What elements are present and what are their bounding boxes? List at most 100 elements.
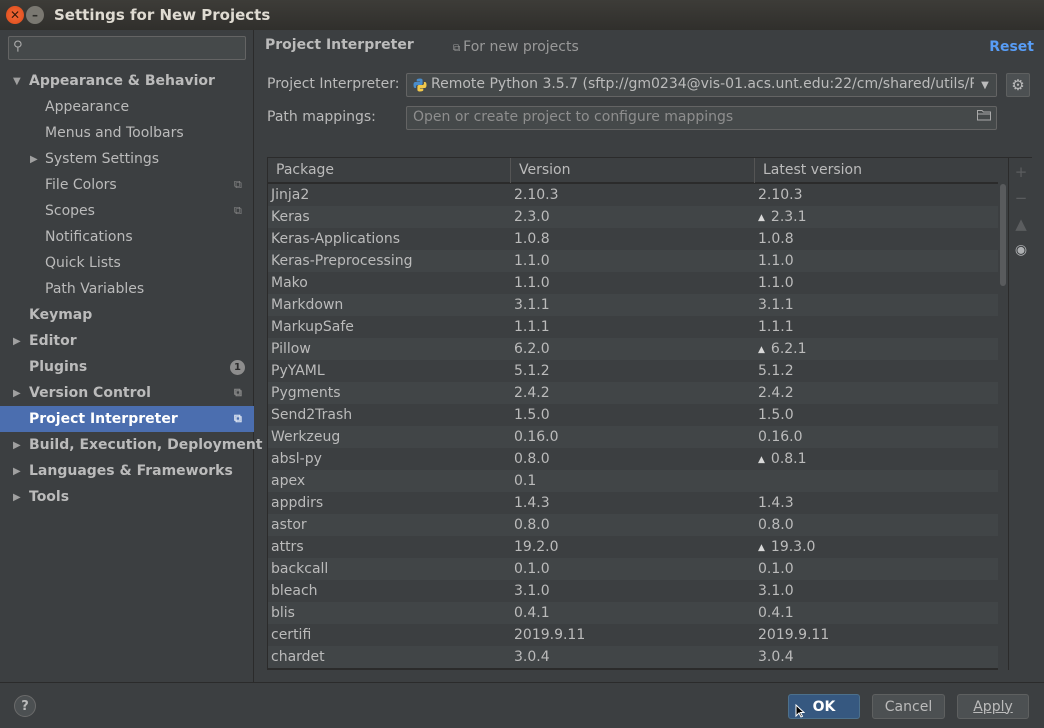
- search-icon: ⚲: [13, 39, 23, 54]
- path-mappings-label: Path mappings:: [267, 109, 376, 125]
- sidebar-item-keymap[interactable]: Keymap: [0, 302, 254, 328]
- package-version: 2019.9.11: [514, 627, 586, 643]
- table-row[interactable]: Pygments 2.4.2 2.4.2: [268, 382, 998, 404]
- close-icon[interactable]: ✕: [6, 6, 24, 24]
- table-row[interactable]: astor 0.8.0 0.8.0: [268, 514, 998, 536]
- table-row[interactable]: Keras 2.3.0 ▲ 2.3.1: [268, 206, 998, 228]
- package-name: backcall: [271, 561, 329, 577]
- eye-icon[interactable]: ◉: [1009, 238, 1033, 262]
- vertical-scrollbar[interactable]: [998, 158, 1008, 670]
- table-row[interactable]: MarkupSafe 1.1.1 1.1.1: [268, 316, 998, 338]
- interpreter-select[interactable]: Remote Python 3.5.7 (sftp://gm0234@vis-0…: [406, 73, 997, 97]
- table-row[interactable]: chardet 3.0.4 3.0.4: [268, 646, 998, 668]
- package-latest-version: 3.1.1: [758, 294, 794, 316]
- package-latest-version: 1.0.8: [758, 228, 794, 250]
- table-row[interactable]: blis 0.4.1 0.4.1: [268, 602, 998, 624]
- gear-icon[interactable]: ⚙: [1006, 73, 1030, 97]
- table-row[interactable]: Keras-Applications 1.0.8 1.0.8: [268, 228, 998, 250]
- sidebar-item-tools[interactable]: ▶ Tools: [0, 484, 254, 510]
- package-version: 1.1.0: [514, 275, 550, 291]
- upgrade-icon[interactable]: ▲: [1009, 212, 1033, 236]
- latest-version-text: 1.4.3: [758, 495, 794, 511]
- project-interpreter-panel: Project Interpreter ⧉ For new projects Re…: [255, 30, 1044, 682]
- sidebar-item-plugins[interactable]: Plugins 1: [0, 354, 254, 380]
- sidebar-item-path-variables[interactable]: Path Variables: [0, 276, 254, 302]
- latest-version-text: 0.1.0: [758, 561, 794, 577]
- table-row[interactable]: Mako 1.1.0 1.1.0: [268, 272, 998, 294]
- chevron-down-icon[interactable]: ▼: [974, 74, 996, 96]
- table-row[interactable]: apex 0.1: [268, 470, 998, 492]
- package-latest-version: ▲ 2.3.1: [758, 206, 807, 230]
- remove-icon[interactable]: −: [1009, 186, 1033, 210]
- apply-button[interactable]: Apply: [957, 694, 1029, 719]
- folder-icon[interactable]: [977, 109, 991, 125]
- sidebar-item-label: Tools: [29, 489, 70, 505]
- package-latest-version: 1.1.1: [758, 316, 794, 338]
- chevron-right-icon[interactable]: ▶: [13, 492, 21, 503]
- sidebar-item-file-colors[interactable]: File Colors ⧉: [0, 172, 254, 198]
- table-row[interactable]: Keras-Preprocessing 1.1.0 1.1.0: [268, 250, 998, 272]
- column-header-package[interactable]: Package: [268, 158, 511, 183]
- chevron-right-icon[interactable]: ▶: [13, 336, 21, 347]
- table-body: Jinja2 2.10.3 2.10.3 Keras 2.3.0 ▲ 2.3.1 Keras-…: [268, 184, 998, 670]
- upgrade-available-icon: ▲: [758, 455, 765, 465]
- latest-version-text: 3.1.1: [758, 297, 794, 313]
- path-mappings-placeholder: Open or create project to configure mapp…: [413, 109, 734, 125]
- sidebar-item-version-control[interactable]: ▶ Version Control ⧉: [0, 380, 254, 406]
- chevron-right-icon[interactable]: ▶: [13, 440, 21, 451]
- table-toolbar: + − ▲ ◉: [1008, 158, 1032, 670]
- sidebar-item-appearance-behavior[interactable]: ▼ Appearance & Behavior: [0, 68, 254, 94]
- latest-version-text: 2.10.3: [758, 187, 803, 203]
- package-version: 1.1.0: [514, 253, 550, 269]
- help-icon[interactable]: ?: [14, 695, 36, 717]
- table-row[interactable]: appdirs 1.4.3 1.4.3: [268, 492, 998, 514]
- table-row[interactable]: Pillow 6.2.0 ▲ 6.2.1: [268, 338, 998, 360]
- package-latest-version: ▲ 0.8.1: [758, 448, 807, 472]
- table-row[interactable]: certifi 2019.9.11 2019.9.11: [268, 624, 998, 646]
- table-row[interactable]: attrs 19.2.0 ▲ 19.3.0: [268, 536, 998, 558]
- minimize-icon[interactable]: –: [26, 6, 44, 24]
- table-row[interactable]: PyYAML 5.1.2 5.1.2: [268, 360, 998, 382]
- table-row[interactable]: absl-py 0.8.0 ▲ 0.8.1: [268, 448, 998, 470]
- table-row[interactable]: Jinja2 2.10.3 2.10.3: [268, 184, 998, 206]
- copy-icon: ⧉: [234, 412, 242, 425]
- chevron-right-icon[interactable]: ▶: [13, 388, 21, 399]
- sidebar-item-notifications[interactable]: Notifications: [0, 224, 254, 250]
- package-name: blis: [271, 605, 295, 621]
- table-row[interactable]: bleach 3.1.0 3.1.0: [268, 580, 998, 602]
- package-name: Send2Trash: [271, 407, 353, 423]
- sidebar-item-scopes[interactable]: Scopes ⧉: [0, 198, 254, 224]
- chevron-down-icon[interactable]: ▼: [13, 76, 21, 87]
- package-version: 0.8.0: [514, 451, 550, 467]
- table-row[interactable]: Markdown 3.1.1 3.1.1: [268, 294, 998, 316]
- table-row[interactable]: Werkzeug 0.16.0 0.16.0: [268, 426, 998, 448]
- cancel-button[interactable]: Cancel: [872, 694, 945, 719]
- sidebar-item-appearance[interactable]: Appearance: [0, 94, 254, 120]
- sidebar-item-build-execution-deployment[interactable]: ▶ Build, Execution, Deployment: [0, 432, 263, 458]
- path-mappings-field[interactable]: Open or create project to configure mapp…: [406, 106, 997, 130]
- sidebar-item-menus-and-toolbars[interactable]: Menus and Toolbars: [0, 120, 254, 146]
- package-version: 1.4.3: [514, 495, 550, 511]
- package-version: 0.16.0: [514, 429, 559, 445]
- sidebar-item-quick-lists[interactable]: Quick Lists: [0, 250, 254, 276]
- package-version: 3.1.0: [514, 583, 550, 599]
- chevron-right-icon[interactable]: ▶: [30, 154, 38, 165]
- sidebar-item-label: Quick Lists: [45, 255, 121, 271]
- table-row[interactable]: backcall 0.1.0 0.1.0: [268, 558, 998, 580]
- package-version: 1.5.0: [514, 407, 550, 423]
- reset-link[interactable]: Reset: [989, 39, 1034, 55]
- search-input[interactable]: ⚲: [8, 36, 246, 60]
- sidebar-item-languages-frameworks[interactable]: ▶ Languages & Frameworks: [0, 458, 254, 484]
- sidebar-item-project-interpreter[interactable]: Project Interpreter ⧉: [0, 406, 254, 432]
- package-latest-version: 1.1.0: [758, 272, 794, 294]
- column-header-latest[interactable]: Latest version: [755, 158, 998, 183]
- column-header-version[interactable]: Version: [511, 158, 755, 183]
- sidebar-item-system-settings[interactable]: ▶ System Settings: [0, 146, 254, 172]
- add-icon[interactable]: +: [1009, 160, 1033, 184]
- table-row[interactable]: Send2Trash 1.5.0 1.5.0: [268, 404, 998, 426]
- package-latest-version: 0.16.0: [758, 426, 803, 448]
- chevron-right-icon[interactable]: ▶: [13, 466, 21, 477]
- package-name: MarkupSafe: [271, 319, 354, 335]
- sidebar-item-editor[interactable]: ▶ Editor: [0, 328, 254, 354]
- scrollbar-thumb[interactable]: [1000, 184, 1006, 286]
